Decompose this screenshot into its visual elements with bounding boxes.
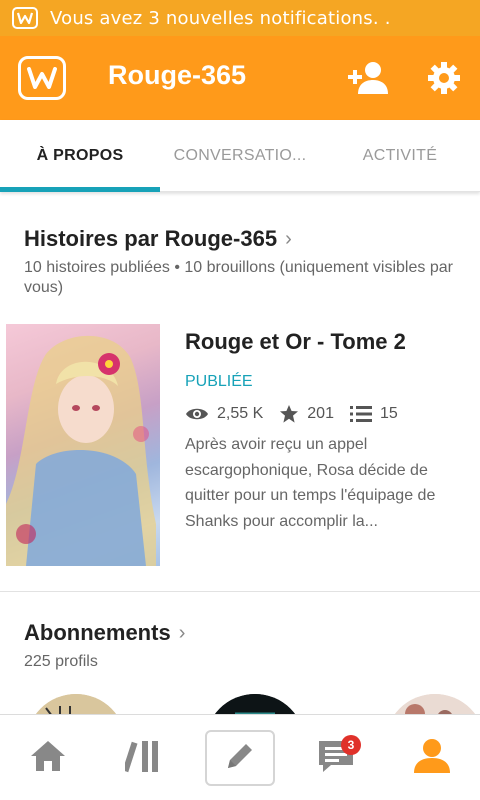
- add-user-icon: [346, 62, 390, 100]
- story-description: Après avoir reçu un appel escargophoniqu…: [185, 436, 436, 530]
- settings-button[interactable]: [426, 60, 462, 96]
- write-button[interactable]: [192, 715, 288, 800]
- chevron-right-icon: ›: [178, 621, 186, 644]
- profile-icon: [413, 738, 451, 778]
- story-cover-image[interactable]: [6, 324, 160, 566]
- section-divider: [0, 591, 480, 592]
- notification-text: Vous avez 3 nouvelles notifications. .: [50, 7, 391, 29]
- parts-count: 15: [379, 405, 398, 422]
- app-bar: Rouge-365: [0, 36, 480, 120]
- stories-section-title: Histoires par Rouge-365: [24, 226, 278, 251]
- home-icon: [29, 739, 67, 777]
- active-tab-indicator: [0, 187, 160, 192]
- write-box: [205, 730, 275, 786]
- stories-section-subtitle: 10 histoires publiées • 10 brouillons (u…: [24, 259, 453, 296]
- messages-badge: 3: [341, 735, 361, 755]
- profile-title: Rouge-365: [108, 60, 247, 90]
- bottom-navigation: 3: [0, 714, 480, 800]
- tab-activity[interactable]: ACTIVITÉ: [320, 120, 480, 192]
- subscriptions-section-header[interactable]: Abonnements ›: [24, 620, 185, 646]
- stories-section-header[interactable]: Histoires par Rouge-365 ›: [24, 226, 292, 252]
- profile-tabs: À PROPOS CONVERSATIO... ACTIVITÉ: [0, 120, 480, 192]
- eye-icon: [185, 406, 209, 422]
- story-title[interactable]: Rouge et Or - Tome 2: [185, 329, 406, 355]
- wattpad-logo-icon[interactable]: [18, 56, 66, 100]
- library-button[interactable]: [96, 715, 192, 800]
- library-icon: [122, 738, 163, 778]
- add-user-button[interactable]: [346, 60, 390, 96]
- tab-conversations[interactable]: CONVERSATIO...: [160, 120, 320, 192]
- status-bar: Vous avez 3 nouvelles notifications. .: [0, 0, 480, 36]
- messages-button[interactable]: 3: [288, 715, 384, 800]
- wattpad-w-icon: [12, 7, 38, 29]
- chevron-right-icon: ›: [285, 227, 292, 250]
- story-stats: 2,55 K 201 15: [185, 402, 414, 426]
- subscriptions-section-title: Abonnements: [24, 620, 171, 645]
- list-icon: [349, 405, 372, 423]
- reads-count: 2,55 K: [217, 405, 264, 422]
- home-button[interactable]: [0, 715, 96, 800]
- tab-about[interactable]: À PROPOS: [0, 120, 160, 192]
- votes-count: 201: [307, 405, 334, 422]
- story-status: PUBLIÉE: [185, 373, 253, 390]
- subscriptions-count: 225 profils: [24, 653, 98, 670]
- profile-button[interactable]: [384, 715, 480, 800]
- gear-icon: [426, 62, 462, 100]
- star-icon: [279, 404, 299, 424]
- pencil-icon: [224, 740, 256, 776]
